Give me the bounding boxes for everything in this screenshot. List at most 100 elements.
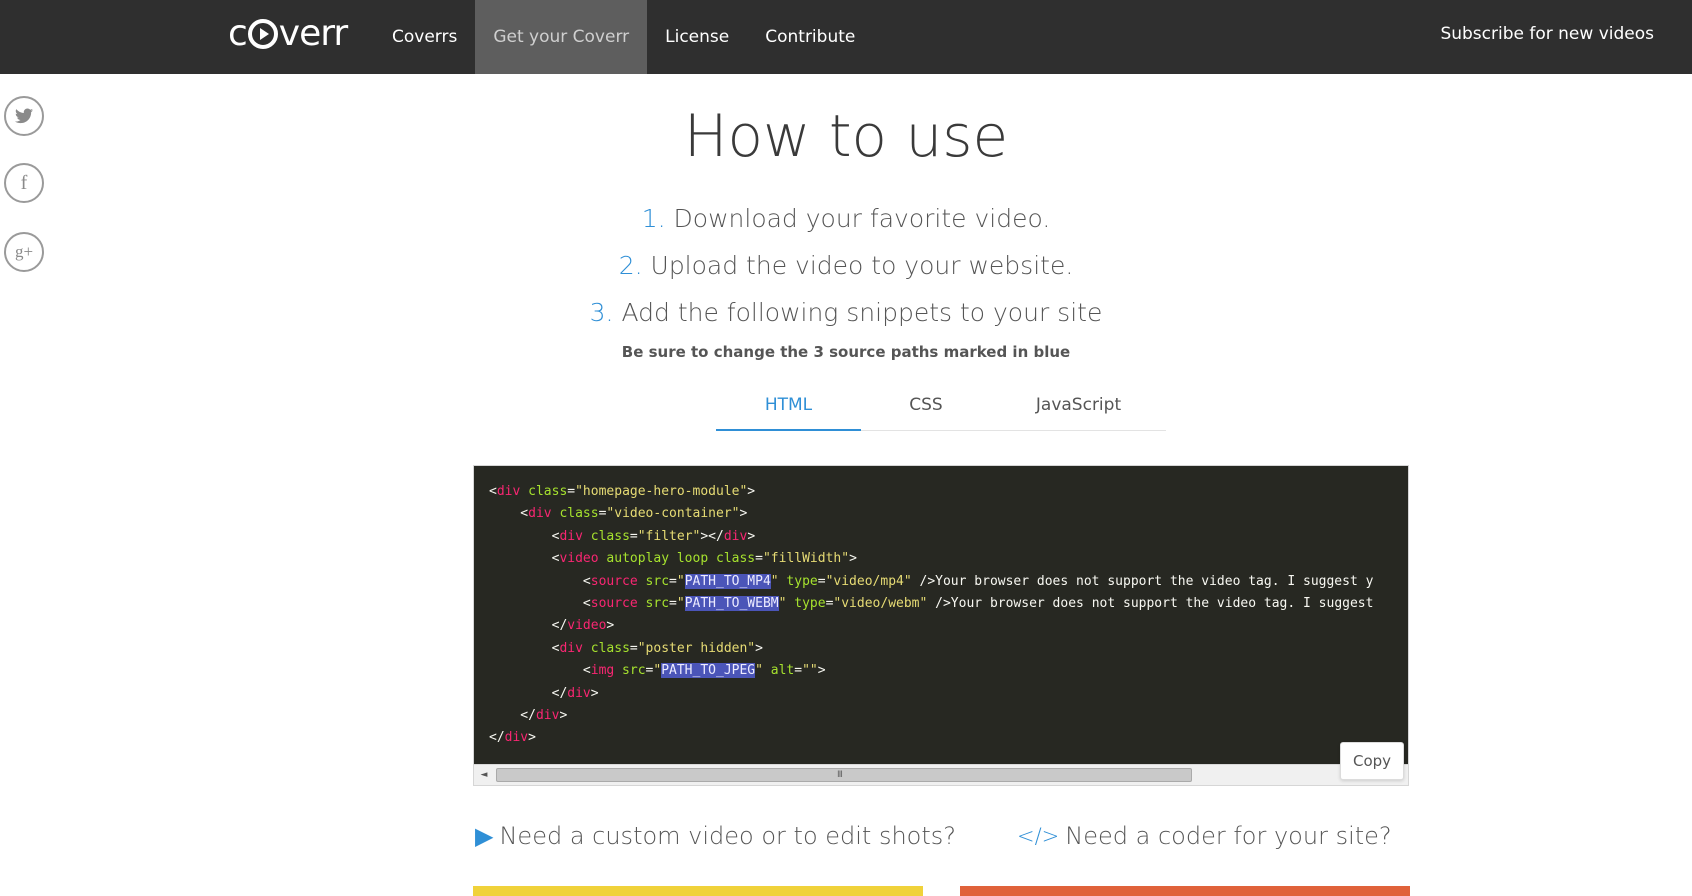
code-token: class [582,640,630,656]
step-1: 1. Download your favorite video. [0,204,1692,233]
code-line: <img src="PATH_TO_JPEG" alt=""> [489,660,1394,682]
code-token: div [559,528,583,544]
tab-css[interactable]: CSS [861,380,991,430]
code-token: > [528,730,536,746]
code-line: <div class="homepage-hero-module"> [489,481,1394,503]
code-token: = [669,573,677,589]
tab-javascript[interactable]: JavaScript [991,380,1166,430]
code-line: </div> [489,727,1394,749]
nav-item-coverrs[interactable]: Coverrs [374,0,475,74]
code-line: <div class="video-container"> [489,503,1394,525]
source-path-placeholder[interactable]: PATH_TO_JPEG [661,663,756,679]
code-token: < [489,528,560,544]
horizontal-scrollbar[interactable]: ◄ III [474,764,1408,785]
code-token: </ [489,707,536,723]
code-token: </ [489,685,568,701]
tab-html[interactable]: HTML [716,380,861,431]
play-icon: ▶ [475,822,494,850]
step-3: 3. Add the following snippets to your si… [0,298,1692,327]
code-token: autoplay loop class [598,551,756,567]
code-line: </video> [489,615,1394,637]
code-line: <source src="PATH_TO_WEBM" type="video/w… [489,593,1394,615]
coder-link[interactable]: </> Need a coder for your site? [1017,822,1392,850]
step-2: 2. Upload the video to your website. [0,251,1692,280]
code-token: "fillWidth" [762,551,850,567]
code-token: class [582,528,630,544]
code-token: />Your browser does not support the vide… [911,573,1374,589]
nav-item-contribute[interactable]: Contribute [747,0,873,74]
code-token: div [528,506,552,522]
source-path-placeholder[interactable]: PATH_TO_WEBM [684,595,779,611]
nav-item-license[interactable]: License [647,0,747,74]
code-token: src [637,595,670,611]
main-nav: Coverrs Get your Coverr License Contribu… [374,0,873,74]
code-line: <video autoplay loop class="fillWidth"> [489,548,1394,570]
code-snippet-box[interactable]: <div class="homepage-hero-module"> <div … [473,465,1409,786]
code-line: <source src="PATH_TO_MP4" type="video/mp… [489,571,1394,593]
code-token: " [755,663,763,679]
logo-play-icon [247,19,278,49]
code-token: "video/webm" [833,595,928,611]
code-token: > [747,484,756,499]
code-snippet[interactable]: <div class="homepage-hero-module"> <div … [489,481,1394,750]
source-paths-note: Be sure to change the 3 source paths mar… [621,343,1071,361]
code-token: div [567,685,591,701]
code-token: div [535,707,560,723]
code-token: > [590,685,599,701]
source-path-placeholder[interactable]: PATH_TO_MP4 [684,573,771,589]
hire-coder-button[interactable] [960,886,1410,896]
scrollbar-thumb[interactable]: III [496,768,1192,782]
code-line: <div class="poster hidden"> [489,638,1394,660]
step-text: Download your favorite video. [673,204,1051,233]
code-icon: </> [1017,824,1060,848]
code-token: source [590,595,638,611]
coder-text: Need a coder for your site? [1065,822,1392,850]
code-token: > [849,551,857,567]
code-token: type [786,595,826,611]
code-token: video [567,618,607,634]
code-token: " [676,595,685,611]
code-token: src [637,573,670,589]
code-token: > [817,663,826,679]
code-token: "poster hidden" [637,640,756,656]
code-line: </div> [489,683,1394,705]
code-token: = [755,551,763,567]
code-token: div [504,730,529,746]
code-token: ></ [700,528,724,544]
code-token: > [755,640,763,656]
code-token: = [567,484,576,499]
snippet-tabs: HTML CSS JavaScript [716,380,1166,431]
logo-text: c verr [228,13,348,54]
code-token: "video/mp4" [825,573,912,589]
copy-button[interactable]: Copy [1340,742,1404,780]
code-token: < [489,640,560,656]
code-token: " [770,573,779,589]
custom-video-link[interactable]: ▶ Need a custom video or to edit shots? [475,822,956,850]
code-token: class [520,484,568,499]
code-token: video [559,551,599,567]
code-line: </div> [489,705,1394,727]
nav-item-get-your-coverr[interactable]: Get your Coverr [475,0,648,74]
code-token: < [489,484,497,499]
scroll-left-arrow-icon[interactable]: ◄ [476,765,492,785]
custom-video-button[interactable] [473,886,923,896]
custom-video-text: Need a custom video or to edit shots? [499,822,957,850]
top-navbar: c verr Coverrs Get your Coverr License Co… [0,0,1692,74]
subscribe-link[interactable]: Subscribe for new videos [1440,0,1654,68]
code-token: > [739,506,748,522]
code-line: <div class="filter"></div> [489,526,1394,548]
code-token: class [551,506,599,522]
code-token: < [489,595,591,611]
code-token: "filter" [637,528,701,544]
step-text: Add the following snippets to your site [621,298,1103,327]
code-token: "homepage-hero-module" [575,484,748,499]
code-token: img [590,663,615,679]
scrollbar-grip: III [837,770,843,780]
code-token: > [747,528,756,544]
code-token: div [496,484,521,499]
code-token: = [629,528,638,544]
coverr-logo[interactable]: c verr [228,12,348,56]
code-token: < [489,551,560,567]
code-token: />Your browser does not support the vide… [927,595,1374,611]
step-number: 2. [618,251,643,280]
